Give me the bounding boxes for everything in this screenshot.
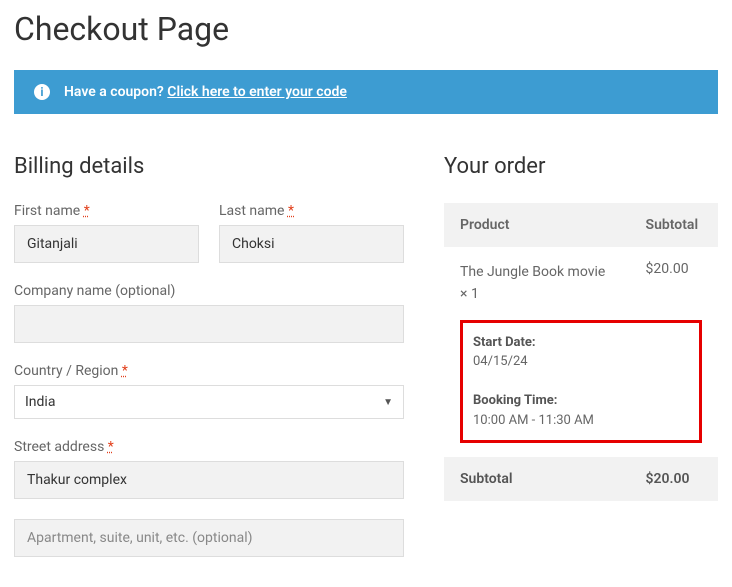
booking-details-box: Start Date: 04/15/24 Booking Time: 10:00… [460,320,702,444]
country-select[interactable]: India ▼ [14,385,404,419]
company-label: Company name (optional) [14,283,404,299]
subtotal-value: $20.00 [630,457,718,501]
table-row: The Jungle Book movie × 1 $20.00 [444,247,718,320]
start-date-value: 04/15/24 [473,354,528,369]
coupon-banner: i Have a coupon? Click here to enter you… [14,70,718,114]
street-field[interactable] [14,461,404,499]
billing-heading: Billing details [14,154,404,179]
info-icon: i [34,84,50,100]
first-name-field[interactable] [14,225,199,263]
table-row: Start Date: 04/15/24 Booking Time: 10:00… [444,320,718,458]
order-table: Product Subtotal The Jungle Book movie ×… [444,203,718,501]
booking-time-value: 10:00 AM - 11:30 AM [473,413,594,428]
country-label: Country / Region * [14,363,404,379]
header-subtotal: Subtotal [630,203,718,247]
product-name: The Jungle Book movie × 1 [460,261,614,306]
coupon-link[interactable]: Click here to enter your code [167,84,347,100]
subtotal-row: Subtotal $20.00 [444,457,718,501]
company-field[interactable] [14,305,404,343]
street-label: Street address * [14,439,404,455]
subtotal-label: Subtotal [444,457,630,501]
chevron-down-icon: ▼ [383,397,393,408]
table-header-row: Product Subtotal [444,203,718,247]
first-name-label: First name * [14,203,199,219]
last-name-field[interactable] [219,225,404,263]
country-value: India [25,394,55,410]
order-heading: Your order [444,154,718,179]
header-product: Product [444,203,630,247]
start-date-label: Start Date: [473,335,536,350]
coupon-prompt: Have a coupon? [64,84,167,100]
last-name-label: Last name * [219,203,404,219]
apartment-field[interactable] [14,519,404,557]
booking-time-label: Booking Time: [473,393,557,408]
page-title: Checkout Page [14,10,718,48]
product-price: $20.00 [630,247,718,320]
